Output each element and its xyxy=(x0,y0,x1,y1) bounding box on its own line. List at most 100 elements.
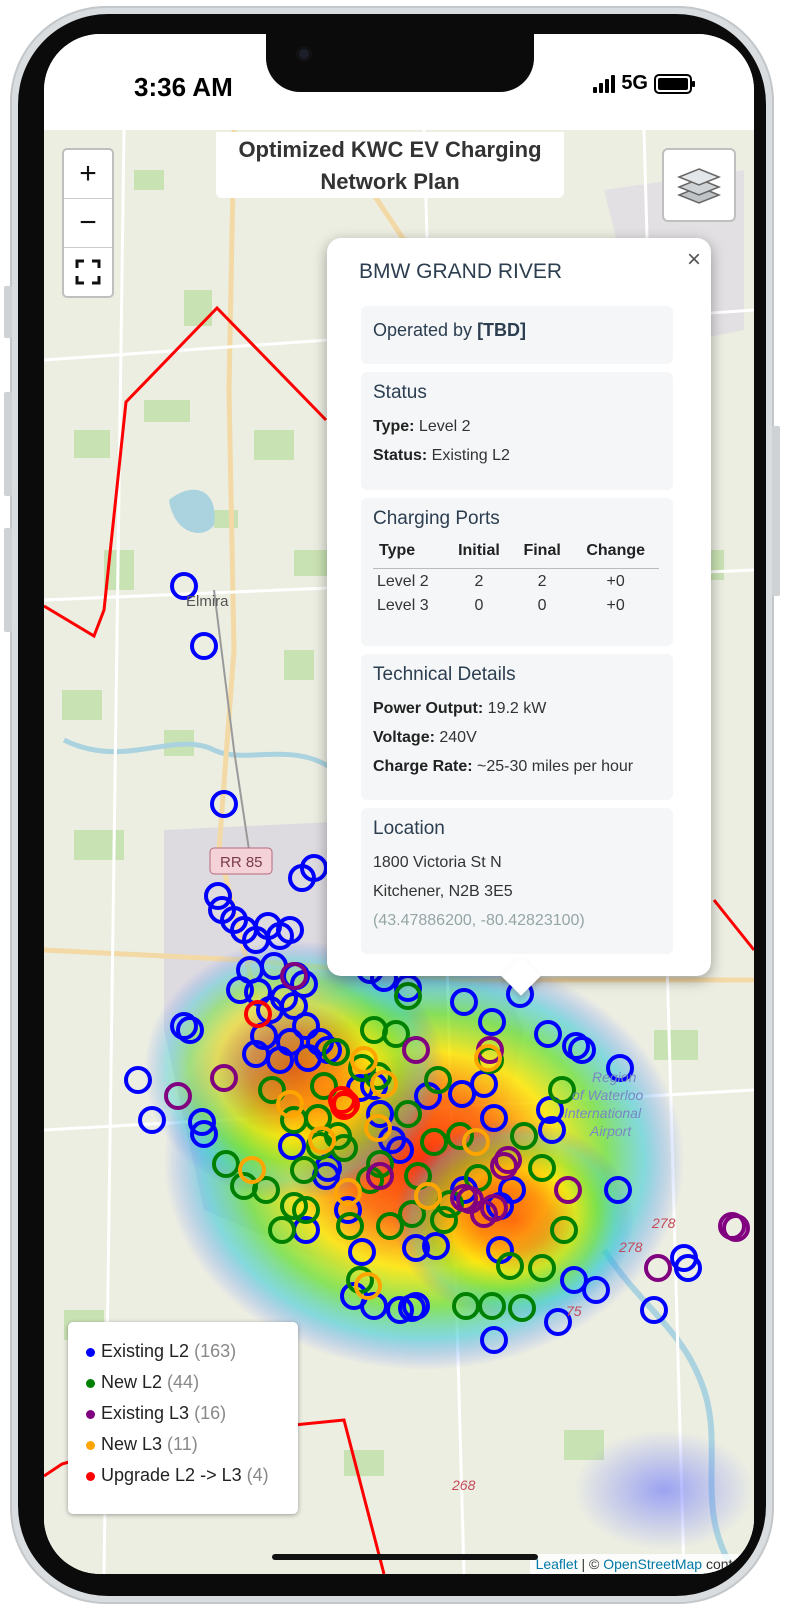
rate-label: Charge Rate: xyxy=(373,758,473,775)
ports-col-type: Type xyxy=(373,538,447,569)
label-road-268: 268 xyxy=(451,1477,476,1493)
popup-title: BMW GRAND RIVER xyxy=(359,260,563,283)
status-indicators: 5G xyxy=(593,72,695,95)
side-button-mute xyxy=(4,286,12,338)
rate-row: Charge Rate: ~25-30 miles per hour xyxy=(373,752,661,781)
side-button-volume-down xyxy=(4,528,12,632)
popup-close-button[interactable]: × xyxy=(687,246,701,274)
heatmap-fringe xyxy=(574,1430,754,1550)
label-road-278: 278 xyxy=(651,1215,676,1231)
power-row: Power Output: 19.2 kW xyxy=(373,694,661,723)
cell: +0 xyxy=(606,573,625,590)
label-elmira: Elmira xyxy=(186,593,229,610)
ports-table: Type Initial Final Change Level 2 2 2 +0 xyxy=(373,538,659,617)
table-row: Level 2 2 2 +0 xyxy=(373,569,659,594)
legend-item-new-l2: New L2 (44) xyxy=(86,1367,280,1398)
layers-button[interactable] xyxy=(662,148,736,222)
phone-screen: 3:36 AM 5G Elmira RR 85 Region of Waterl… xyxy=(44,34,754,1574)
power-value: 19.2 kW xyxy=(483,700,547,717)
legend-count: (163) xyxy=(194,1341,237,1361)
power-label: Power Output: xyxy=(373,700,484,717)
map-view[interactable]: Elmira RR 85 Region of Waterloo Internatio… xyxy=(44,130,754,1574)
notch xyxy=(266,34,534,92)
location-heading: Location xyxy=(373,818,445,839)
legend-label: Existing L2 xyxy=(101,1341,190,1361)
layers-icon xyxy=(676,168,722,204)
legend-dot xyxy=(86,1347,95,1357)
table-row: Level 3 0 0 +0 xyxy=(373,593,659,617)
technical-heading: Technical Details xyxy=(373,664,516,685)
status-heading: Status xyxy=(373,382,427,403)
location-coords: (43.47886200, -80.42823100) xyxy=(373,912,585,929)
zoom-in-button[interactable]: + xyxy=(64,150,112,199)
legend-dot xyxy=(86,1409,95,1419)
legend-label: Upgrade L2 -> L3 xyxy=(101,1465,242,1485)
home-indicator[interactable] xyxy=(272,1554,538,1560)
operator-prefix: Operated by xyxy=(373,320,478,340)
map-title: Optimized KWC EV Charging Network Plan xyxy=(216,132,564,198)
operator-card: Operated by [TBD] xyxy=(361,306,673,364)
status-label: Status: xyxy=(373,447,428,464)
location-street: 1800 Victoria St N xyxy=(373,854,502,871)
type-label: Type: xyxy=(373,418,415,435)
legend-item-upgrade: Upgrade L2 -> L3 (4) xyxy=(86,1460,280,1491)
map-attribution: Leaflet | © OpenStreetMap contrib xyxy=(529,1554,754,1574)
legend-label: New L3 xyxy=(101,1434,163,1454)
station-popup: × BMW GRAND RIVER Operated by [TBD] Stat… xyxy=(327,238,711,996)
voltage-value: 240V xyxy=(434,729,477,746)
network-type: 5G xyxy=(621,72,648,94)
ports-col-change: Change xyxy=(572,538,659,569)
legend-dot xyxy=(86,1378,95,1388)
location-city: Kitchener, N2B 3E5 xyxy=(373,883,513,900)
label-road-75: 75 xyxy=(566,1303,582,1319)
map-legend: Existing L2 (163) New L2 (44) Existing L… xyxy=(68,1322,298,1514)
label-road-278b: 278 xyxy=(618,1239,643,1255)
cell: Level 2 xyxy=(377,573,429,590)
status-time: 3:36 AM xyxy=(134,72,233,102)
cell: Level 3 xyxy=(377,597,429,614)
cell: 0 xyxy=(474,597,484,614)
type-row: Type: Level 2 xyxy=(373,412,661,441)
battery-icon xyxy=(654,73,695,94)
ports-col-initial: Initial xyxy=(446,538,512,569)
legend-item-new-l3: New L3 (11) xyxy=(86,1429,280,1460)
location-card: Location 1800 Victoria St N Kitchener, N… xyxy=(361,808,673,954)
cell: 2 xyxy=(474,573,484,590)
zoom-out-button[interactable]: − xyxy=(64,199,112,248)
side-button-volume-up xyxy=(4,392,12,496)
type-value: Level 2 xyxy=(414,418,471,435)
osm-link[interactable]: OpenStreetMap xyxy=(603,1556,702,1572)
legend-item-existing-l3: Existing L3 (16) xyxy=(86,1398,280,1429)
operator-value: [TBD] xyxy=(477,320,527,340)
legend-label: Existing L3 xyxy=(101,1403,190,1423)
legend-count: (11) xyxy=(167,1434,198,1454)
fullscreen-button[interactable] xyxy=(64,248,112,296)
front-camera xyxy=(296,46,312,62)
rate-value: ~25-30 miles per hour xyxy=(472,758,634,775)
legend-count: (44) xyxy=(167,1372,200,1392)
ports-card: Charging Ports Type Initial Final Change… xyxy=(361,498,673,646)
cell: +0 xyxy=(606,597,625,614)
legend-dot xyxy=(86,1471,95,1481)
voltage-label: Voltage: xyxy=(373,729,435,746)
attribution-rest: contrib xyxy=(702,1556,748,1572)
operator-line: Operated by [TBD] xyxy=(373,320,661,341)
ports-heading: Charging Ports xyxy=(373,508,500,529)
side-button-power xyxy=(772,426,780,596)
legend-label: New L2 xyxy=(101,1372,163,1392)
signal-icon xyxy=(593,74,616,93)
cell: 0 xyxy=(537,597,547,614)
legend-count: (4) xyxy=(246,1465,269,1485)
zoom-control: + − xyxy=(62,148,114,298)
label-rr85: RR 85 xyxy=(220,854,263,871)
attribution-separator: | © xyxy=(577,1556,604,1572)
legend-item-existing-l2: Existing L2 (163) xyxy=(86,1336,280,1367)
leaflet-link[interactable]: Leaflet xyxy=(536,1556,578,1572)
legend-count: (16) xyxy=(194,1403,227,1423)
legend-dot xyxy=(86,1440,95,1450)
status-value: Existing L2 xyxy=(427,447,510,464)
technical-card: Technical Details Power Output: 19.2 kW … xyxy=(361,654,673,800)
status-row: Status: Existing L2 xyxy=(373,441,661,470)
status-card: Status Type: Level 2 Status: Existing L2 xyxy=(361,372,673,490)
fullscreen-icon xyxy=(75,259,101,285)
